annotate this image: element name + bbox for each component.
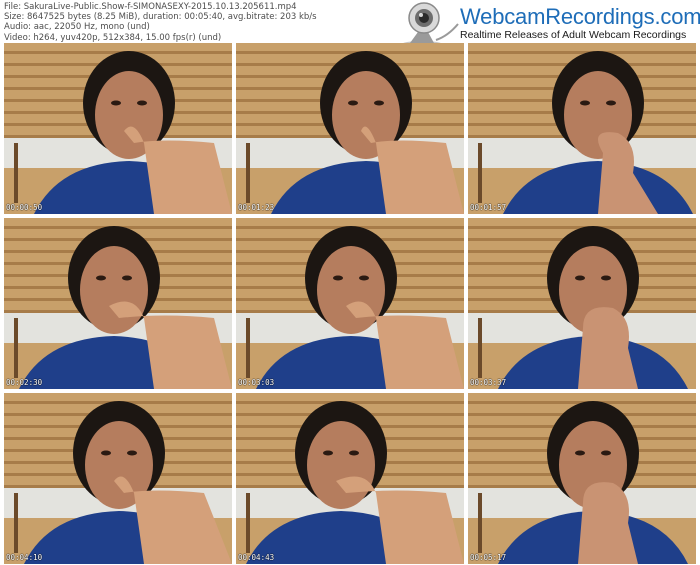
thumbnail: 00:03:03	[236, 218, 464, 389]
timestamp: 00:04:10	[6, 553, 43, 562]
file-size: Size: 8647525 bytes (8.25 MiB), duration…	[4, 12, 317, 23]
frame-image	[4, 43, 232, 214]
webcam-icon	[402, 2, 459, 47]
logo-brand: WebcamRecordings.com	[460, 4, 700, 29]
frame-image	[468, 218, 696, 389]
thumbnail: 00:03:37	[468, 218, 696, 389]
thumbnail: 00:01:57	[468, 43, 696, 214]
frame-image	[4, 393, 232, 564]
thumbnail: 00:04:43	[236, 393, 464, 564]
video-info: Video: h264, yuv420p, 512x384, 15.00 fps…	[4, 32, 222, 43]
timestamp: 00:01:57	[470, 203, 507, 212]
timestamp: 00:02:30	[6, 378, 43, 387]
timestamp: 00:03:37	[470, 378, 507, 387]
file-info: File: SakuraLive-Public.Show-f-SIMONASEX…	[4, 2, 317, 43]
thumbnail: 00:05:17	[468, 393, 696, 564]
audio-info: Audio: aac, 22050 Hz, mono (und)	[4, 22, 150, 33]
thumbnail: 00:04:10	[4, 393, 232, 564]
timestamp: 00:03:03	[238, 378, 275, 387]
frame-image	[468, 43, 696, 214]
logo-tagline: Realtime Releases of Adult Webcam Record…	[460, 29, 687, 41]
frame-image	[236, 218, 464, 389]
file-name: File: SakuraLive-Public.Show-f-SIMONASEX…	[4, 2, 297, 12]
thumbnail-grid: 00:00:50 00:01:23 00:01:57 00:02:30 00:0…	[4, 43, 696, 564]
thumbnail: 00:02:30	[4, 218, 232, 389]
timestamp: 00:00:50	[6, 203, 43, 212]
frame-image	[236, 43, 464, 214]
frame-image	[236, 393, 464, 564]
thumbnail: 00:01:23	[236, 43, 464, 214]
timestamp: 00:04:43	[238, 553, 275, 562]
timestamp: 00:01:23	[238, 203, 275, 212]
site-logo: WebcamRecordings.com Realtime Releases o…	[400, 0, 700, 48]
thumbnail: 00:00:50	[4, 43, 232, 214]
frame-image	[468, 393, 696, 564]
frame-image	[4, 218, 232, 389]
timestamp: 00:05:17	[470, 553, 507, 562]
